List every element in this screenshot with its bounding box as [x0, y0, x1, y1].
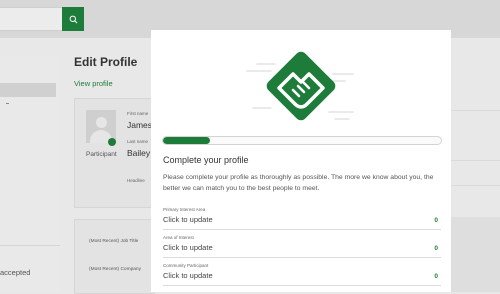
right-divider — [451, 160, 500, 161]
field-value[interactable]: Click to update — [163, 271, 213, 280]
field-area-of-interest[interactable]: Area of Interest Click to update 0 — [163, 235, 441, 258]
modal-description: Please complete your profile as thorough… — [163, 174, 434, 192]
modal-title: Complete your profile — [163, 155, 249, 165]
field-label: Area of Interest — [163, 235, 194, 240]
avatar-head — [96, 117, 107, 128]
complete-profile-modal: Complete your profile Please complete yo… — [151, 30, 451, 292]
search-input[interactable] — [0, 7, 63, 31]
field-label: Primary Interest Area — [163, 207, 206, 212]
right-divider — [451, 185, 500, 186]
left-nav-selected-item[interactable] — [0, 83, 56, 97]
avatar-edit-badge[interactable] — [108, 138, 116, 146]
field-count: 0 — [434, 245, 438, 252]
handshake-icon — [246, 51, 354, 121]
field-label: Community Participant — [163, 263, 209, 268]
last-name-value[interactable]: Bailey — [127, 148, 150, 158]
view-profile-link[interactable]: View profile — [74, 79, 113, 88]
field-community-participant[interactable]: Community Participant Click to update 0 — [163, 263, 441, 286]
profile-progress-bar — [162, 136, 442, 145]
page-title: Edit Profile — [74, 55, 138, 69]
first-name-label: First name — [127, 111, 149, 116]
last-name-label: Last name — [127, 139, 149, 144]
search-icon — [69, 15, 77, 23]
field-value[interactable]: Click to update — [163, 215, 213, 224]
search-button[interactable] — [62, 7, 84, 31]
field-count: 0 — [434, 217, 438, 224]
left-nav-marker — [6, 103, 9, 104]
work-info-card — [74, 219, 155, 294]
headline-label: Headline — [127, 178, 145, 183]
field-primary-interest-area[interactable]: Primary Interest Area Click to update 0 — [163, 207, 441, 230]
role-label: Participant — [86, 151, 117, 158]
field-value[interactable]: Click to update — [163, 243, 213, 252]
left-divider — [0, 245, 60, 246]
profile-progress-fill — [163, 137, 211, 144]
job-title-label: (Most Recent) Job Title — [89, 239, 139, 244]
right-panel — [451, 217, 500, 292]
company-label: (Most Recent) Company — [89, 267, 141, 272]
field-count: 0 — [434, 273, 438, 280]
first-name-value[interactable]: James — [127, 120, 152, 130]
accepted-status-text: accepted — [0, 268, 31, 277]
right-divider — [451, 110, 500, 111]
